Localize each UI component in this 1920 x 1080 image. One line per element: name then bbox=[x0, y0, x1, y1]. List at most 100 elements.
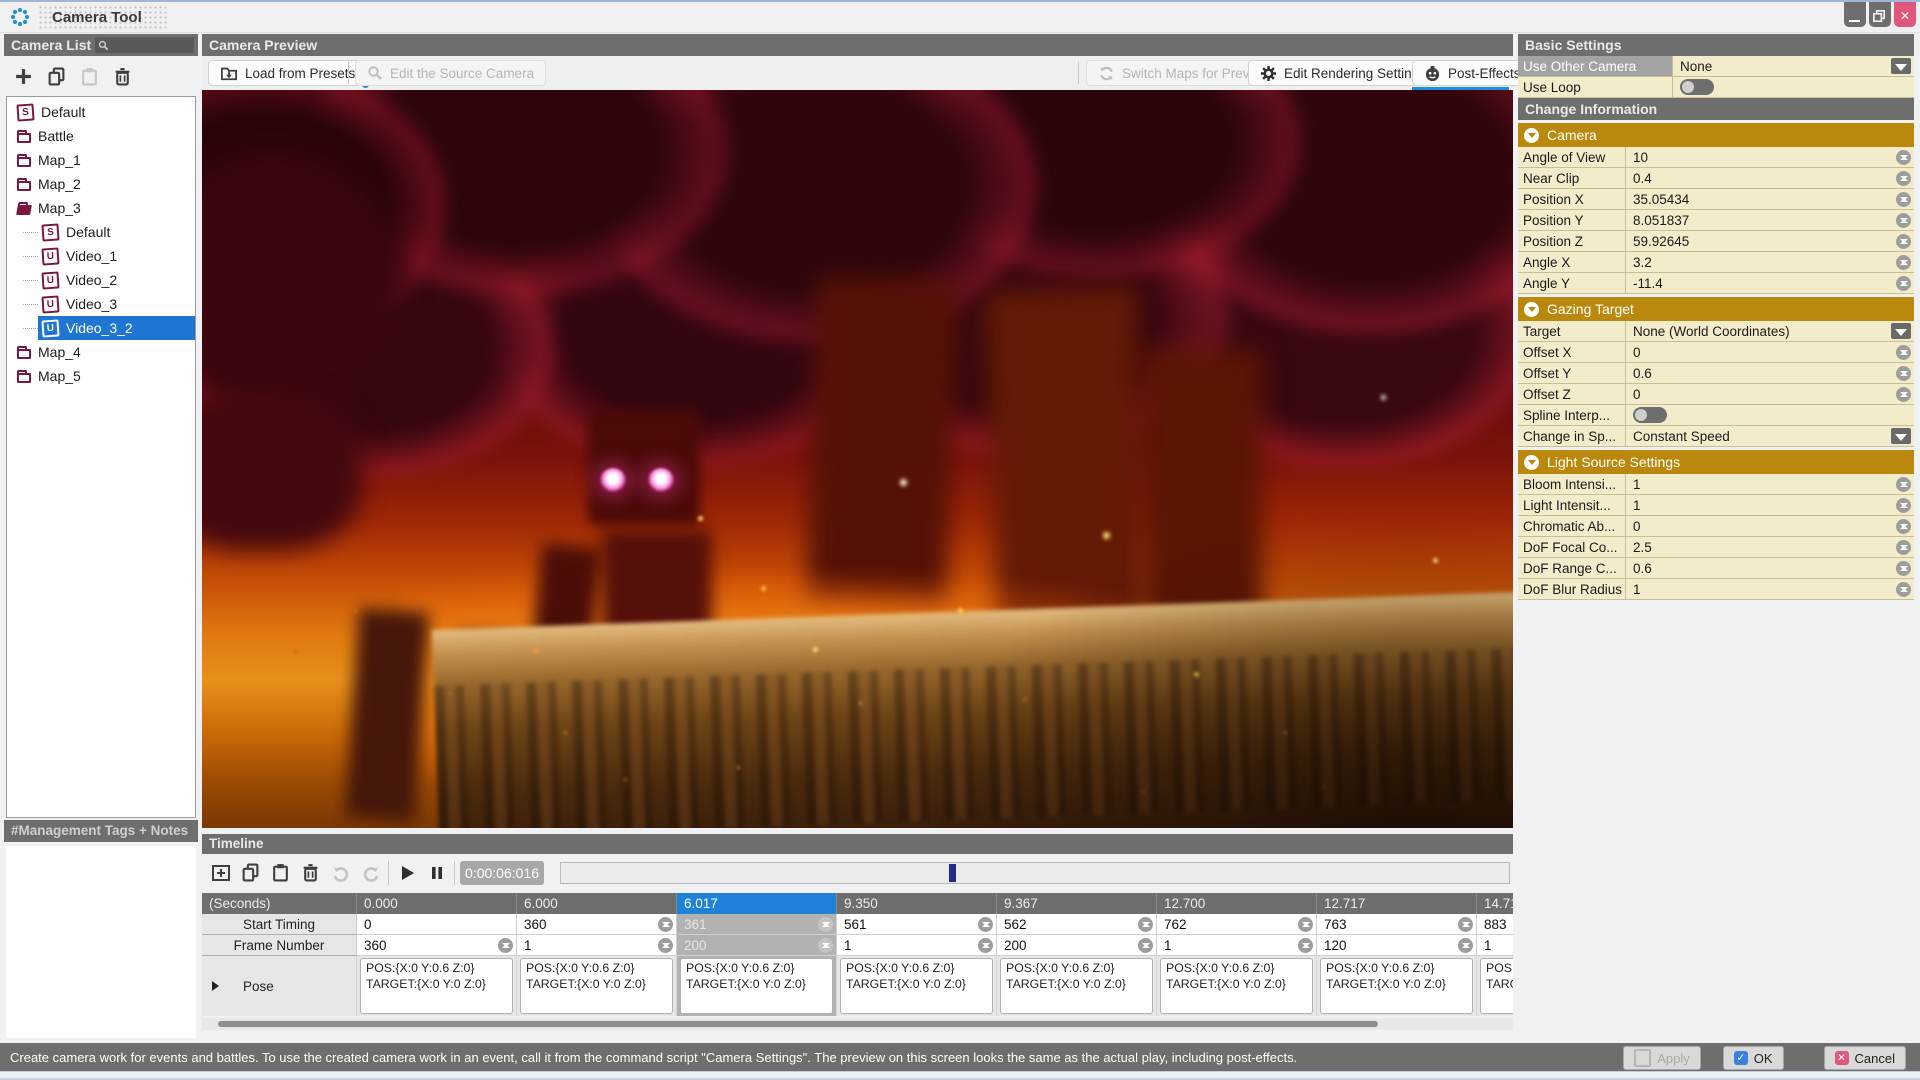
pose-cell[interactable]: POS:{X:0 Y:0.6 Z:0} TARGET:{X:0 Y:0 Z:0} bbox=[356, 956, 516, 1016]
setting-value[interactable]: 0 bbox=[1626, 345, 1896, 360]
setting-value[interactable]: 10 bbox=[1626, 150, 1896, 165]
spinner-button[interactable] bbox=[1138, 937, 1153, 953]
spinner-button[interactable] bbox=[1896, 539, 1911, 555]
frame-number-cell[interactable]: 1 bbox=[1476, 935, 1513, 956]
spinner-button[interactable] bbox=[978, 937, 993, 953]
spinner-button[interactable] bbox=[658, 916, 673, 932]
minimize-button[interactable] bbox=[1844, 2, 1866, 27]
expand-arrow-icon[interactable] bbox=[212, 981, 219, 991]
tree-item[interactable]: U Video_2 bbox=[7, 268, 195, 292]
setting-value[interactable]: 0 bbox=[1626, 519, 1896, 534]
start-timing-cell[interactable]: 762 bbox=[1156, 914, 1316, 935]
timeline-column-header[interactable]: 12.700 bbox=[1156, 893, 1316, 914]
timeline-horizontal-scrollbar[interactable] bbox=[202, 1018, 1513, 1030]
spinner-button[interactable] bbox=[1896, 476, 1911, 492]
close-button[interactable]: ✕ bbox=[1894, 2, 1916, 27]
duplicate-camera-button[interactable] bbox=[42, 62, 70, 90]
setting-value[interactable]: 0.6 bbox=[1626, 561, 1896, 576]
playhead[interactable] bbox=[949, 864, 956, 882]
setting-value[interactable]: None (World Coordinates) bbox=[1626, 324, 1891, 339]
tree-item[interactable]: U Video_3_2 bbox=[7, 316, 195, 340]
spinner-button[interactable] bbox=[498, 937, 513, 953]
dropdown-button[interactable] bbox=[1891, 58, 1911, 74]
setting-value[interactable]: 2.5 bbox=[1626, 540, 1896, 555]
spinner-button[interactable] bbox=[1896, 581, 1911, 597]
dropdown-button[interactable] bbox=[1891, 428, 1911, 444]
start-timing-cell[interactable]: 360 bbox=[516, 914, 676, 935]
pose-cell[interactable]: POS:{X:0 Y:0.6 Z:0} TARGET:{X:0 Y:0 Z:0} bbox=[516, 956, 676, 1016]
cancel-button[interactable]: Cancel bbox=[1823, 1046, 1906, 1070]
timeline-column-header[interactable]: 0.000 bbox=[356, 893, 516, 914]
dropdown-button[interactable] bbox=[1891, 323, 1911, 339]
spinner-button[interactable] bbox=[1896, 386, 1911, 402]
tree-item[interactable]: Map_1 bbox=[7, 148, 195, 172]
delete-keyframe-button[interactable] bbox=[298, 860, 323, 885]
start-timing-cell[interactable]: 361 bbox=[676, 914, 836, 935]
setting-value[interactable]: 0 bbox=[1626, 387, 1896, 402]
edit-source-camera-button[interactable]: Edit the Source Camera bbox=[355, 60, 547, 86]
frame-number-cell[interactable]: 120 bbox=[1316, 935, 1476, 956]
toggle-switch[interactable] bbox=[1680, 79, 1714, 95]
copy-keyframe-button[interactable] bbox=[238, 860, 263, 885]
timeline-column-header[interactable]: 9.367 bbox=[996, 893, 1156, 914]
frame-number-cell[interactable]: 1 bbox=[1156, 935, 1316, 956]
spinner-button[interactable] bbox=[1896, 560, 1911, 576]
setting-value[interactable]: 0.6 bbox=[1626, 366, 1896, 381]
spinner-button[interactable] bbox=[1896, 170, 1911, 186]
tree-item[interactable]: Map_4 bbox=[7, 340, 195, 364]
scrollbar-thumb[interactable] bbox=[218, 1021, 1378, 1027]
pose-cell[interactable]: POS:{X:0 Y:0.6 Z:0} TARGET:{X:0 Y:0 Z:0} bbox=[1476, 956, 1513, 1016]
spinner-button[interactable] bbox=[1458, 937, 1473, 953]
setting-value[interactable]: None bbox=[1673, 59, 1891, 74]
search-input[interactable] bbox=[95, 37, 194, 53]
setting-value[interactable]: 59.92645 bbox=[1626, 234, 1896, 249]
spinner-button[interactable] bbox=[1896, 149, 1911, 165]
spinner-button[interactable] bbox=[1896, 233, 1911, 249]
tree-item[interactable]: Battle bbox=[7, 124, 195, 148]
spinner-button[interactable] bbox=[1896, 518, 1911, 534]
start-timing-cell[interactable]: 763 bbox=[1316, 914, 1476, 935]
spinner-button[interactable] bbox=[1896, 212, 1911, 228]
frame-number-cell[interactable]: 200 bbox=[996, 935, 1156, 956]
setting-value[interactable]: Constant Speed bbox=[1626, 429, 1891, 444]
spinner-button[interactable] bbox=[818, 937, 833, 953]
frame-number-cell[interactable]: 1 bbox=[836, 935, 996, 956]
spinner-button[interactable] bbox=[1896, 365, 1911, 381]
preview-viewport[interactable] bbox=[202, 90, 1513, 828]
frame-number-cell[interactable]: 200 bbox=[676, 935, 836, 956]
pose-cell[interactable]: POS:{X:0 Y:0.6 Z:0} TARGET:{X:0 Y:0 Z:0} bbox=[996, 956, 1156, 1016]
tree-item[interactable]: U Video_3 bbox=[7, 292, 195, 316]
setting-value[interactable]: 0.4 bbox=[1626, 171, 1896, 186]
undo-button[interactable] bbox=[328, 860, 353, 885]
section-header[interactable]: Camera bbox=[1518, 123, 1914, 147]
timeline-column-header[interactable]: 12.717 bbox=[1316, 893, 1476, 914]
ok-button[interactable]: OK bbox=[1722, 1046, 1784, 1070]
tree-item[interactable]: Map_2 bbox=[7, 172, 195, 196]
start-timing-cell[interactable]: 0 bbox=[356, 914, 516, 935]
title-bar[interactable]: Camera Tool ✕ bbox=[0, 2, 1920, 33]
pose-cell[interactable]: POS:{X:0 Y:0.6 Z:0} TARGET:{X:0 Y:0 Z:0} bbox=[1156, 956, 1316, 1016]
spinner-button[interactable] bbox=[818, 916, 833, 932]
start-timing-cell[interactable]: 562 bbox=[996, 914, 1156, 935]
edit-rendering-settings-button[interactable]: Edit Rendering Settings bbox=[1248, 60, 1438, 86]
add-keyframe-button[interactable] bbox=[208, 860, 233, 885]
start-timing-cell[interactable]: 883 bbox=[1476, 914, 1513, 935]
load-from-presets-button[interactable]: Load from Presets bbox=[208, 60, 370, 88]
spinner-button[interactable] bbox=[1896, 497, 1911, 513]
spinner-button[interactable] bbox=[1458, 916, 1473, 932]
apply-button[interactable]: Apply bbox=[1623, 1046, 1701, 1070]
spinner-button[interactable] bbox=[1896, 191, 1911, 207]
section-header[interactable]: Light Source Settings bbox=[1518, 450, 1914, 474]
tree-item[interactable]: U Video_1 bbox=[7, 244, 195, 268]
paste-keyframe-button[interactable] bbox=[268, 860, 293, 885]
tags-notes-input[interactable] bbox=[6, 846, 196, 1038]
section-header[interactable]: Gazing Target bbox=[1518, 297, 1914, 321]
spinner-button[interactable] bbox=[1896, 344, 1911, 360]
pose-cell[interactable]: POS:{X:0 Y:0.6 Z:0} TARGET:{X:0 Y:0 Z:0} bbox=[836, 956, 996, 1016]
pose-cell[interactable]: POS:{X:0 Y:0.6 Z:0} TARGET:{X:0 Y:0 Z:0} bbox=[676, 956, 836, 1016]
pose-cell[interactable]: POS:{X:0 Y:0.6 Z:0} TARGET:{X:0 Y:0 Z:0} bbox=[1316, 956, 1476, 1016]
start-timing-cell[interactable]: 561 bbox=[836, 914, 996, 935]
setting-value[interactable]: 8.051837 bbox=[1626, 213, 1896, 228]
setting-value[interactable] bbox=[1673, 79, 1890, 95]
redo-button[interactable] bbox=[358, 860, 383, 885]
